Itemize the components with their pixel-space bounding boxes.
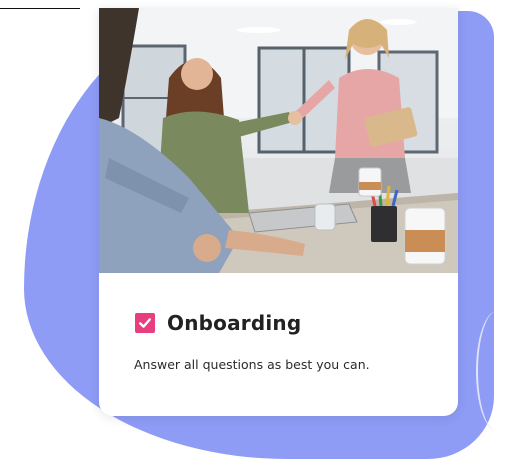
card-description: Answer all questions as best you can. — [134, 357, 370, 372]
card-title-row: Onboarding — [135, 311, 458, 335]
onboarding-card[interactable]: Onboarding Answer all questions as best … — [99, 8, 458, 416]
office-handshake-photo-icon — [99, 8, 458, 273]
top-divider-line — [0, 8, 80, 9]
checkmark-icon — [135, 313, 155, 333]
card-body: Onboarding Answer all questions as best … — [99, 273, 458, 372]
blob-edge-decoration — [476, 311, 510, 431]
card-image — [99, 8, 458, 273]
card-title: Onboarding — [167, 311, 302, 335]
